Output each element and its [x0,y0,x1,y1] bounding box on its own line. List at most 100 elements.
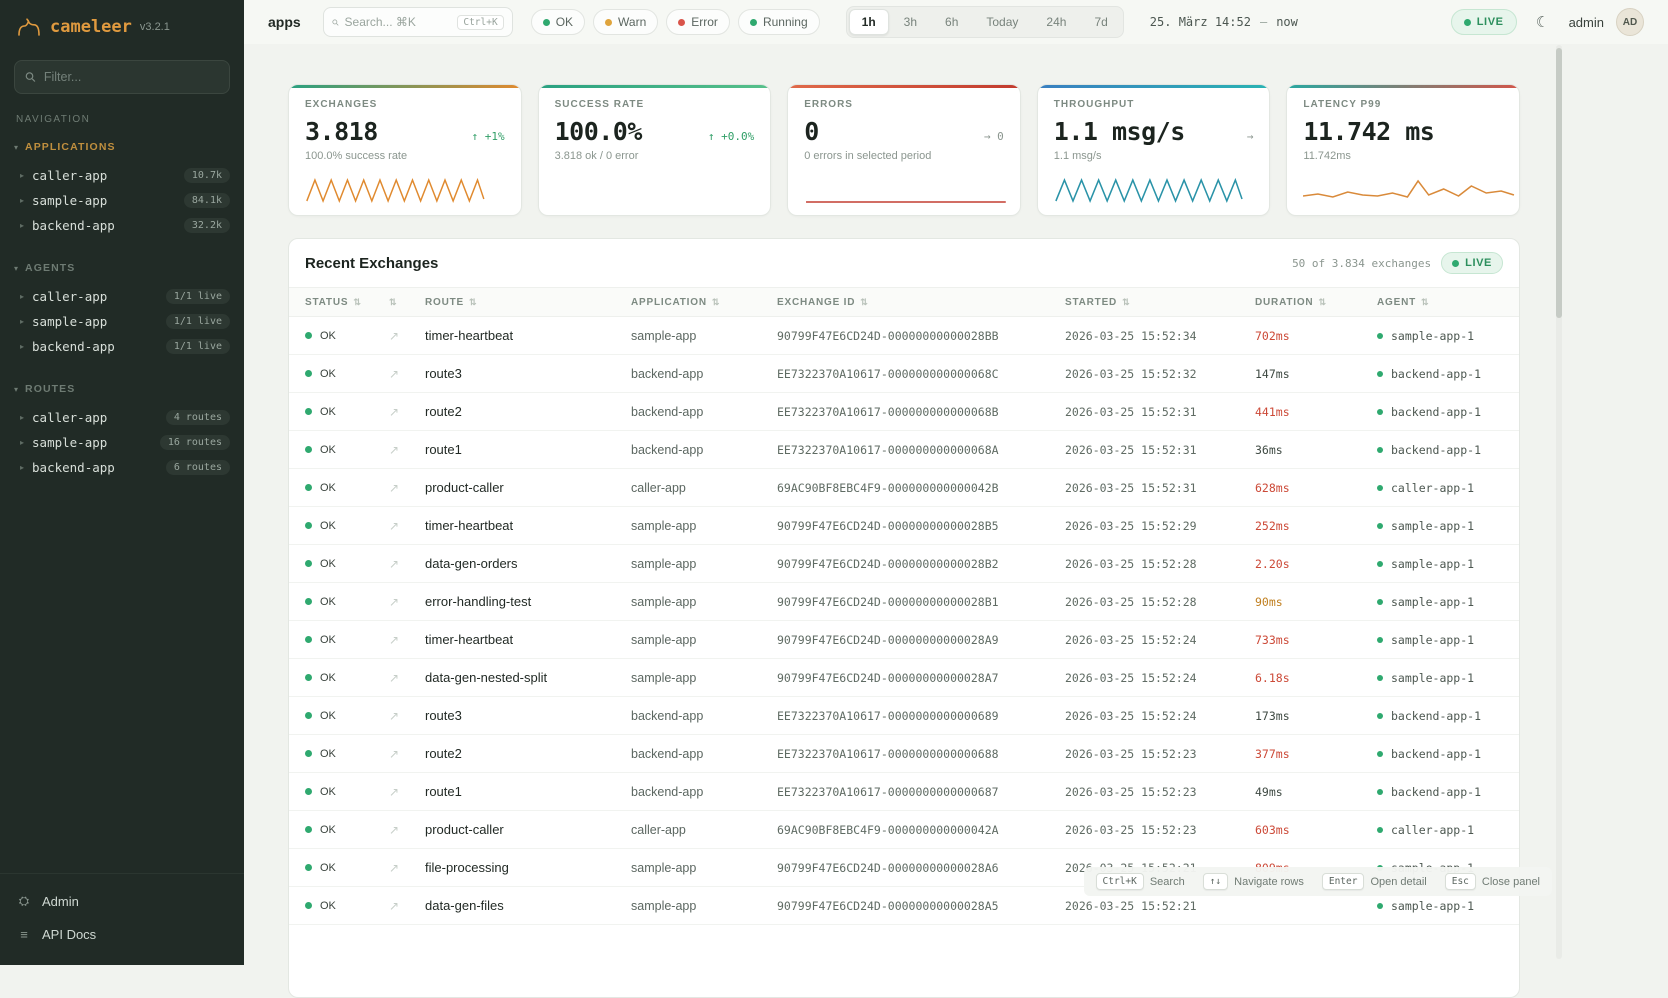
scrollbar-thumb[interactable] [1556,48,1562,318]
open-exchange-icon[interactable] [389,595,425,609]
table-row[interactable]: OK route3 backend-app EE7322370A10617-00… [289,355,1519,393]
route-cell: data-gen-orders [425,556,631,571]
time-range-button[interactable]: 7d [1081,9,1120,35]
sidebar-item-agent[interactable]: ▸ sample-app 1/1 live [0,309,244,334]
sidebar-item-agent[interactable]: ▸ backend-app 1/1 live [0,334,244,359]
sidebar-item-application[interactable]: ▸ sample-app 84.1k [0,188,244,213]
table-row[interactable]: OK route2 backend-app EE7322370A10617-00… [289,735,1519,773]
started-cell: 2026-03-25 15:52:31 [1065,405,1255,419]
panel-head: Recent Exchanges 50 of 3.834 exchanges L… [289,239,1519,287]
table-row[interactable]: OK route3 backend-app EE7322370A10617-00… [289,697,1519,735]
sort-icon[interactable]: ⇅ [712,297,720,308]
status-cell: OK [305,900,389,912]
column-header-application[interactable]: APPLICATION ⇅ [631,297,777,308]
table-row[interactable]: OK product-caller caller-app 69AC90BF8EB… [289,811,1519,849]
theme-toggle-moon-icon[interactable]: ☾ [1529,8,1557,36]
status-filter-chip[interactable]: Warn [593,9,658,35]
route-cell: route3 [425,708,631,723]
open-exchange-icon[interactable] [389,633,425,647]
live-badge[interactable]: LIVE [1451,9,1517,35]
status-filter-chip[interactable]: OK [531,9,585,35]
table-row[interactable]: OK route1 backend-app EE7322370A10617-00… [289,431,1519,469]
table-row[interactable]: OK data-gen-orders sample-app 90799F47E6… [289,545,1519,583]
open-exchange-icon[interactable] [389,481,425,495]
table-row[interactable]: OK timer-heartbeat sample-app 90799F47E6… [289,621,1519,659]
sidebar-item-route[interactable]: ▸ sample-app 16 routes [0,430,244,455]
global-search-input[interactable] [345,15,452,29]
sidebar-filter[interactable] [14,60,230,94]
section-head-agents[interactable]: ▾ AGENTS [0,262,244,274]
sidebar-item-application[interactable]: ▸ caller-app 10.7k [0,163,244,188]
sort-icon[interactable]: ⇅ [1122,297,1130,308]
time-range-button[interactable]: Today [973,9,1031,35]
sort-icon[interactable]: ⇅ [353,297,361,308]
status-cell: OK [305,330,389,342]
sort-icon[interactable]: ⇅ [1318,297,1326,308]
table-row[interactable]: OK route2 backend-app EE7322370A10617-00… [289,393,1519,431]
keyboard-hint: ↑↓ Navigate rows [1203,873,1304,890]
exchange-id-cell: EE7322370A10617-000000000000068A [777,443,1065,457]
stat-card-latency: LATENCY P99 11.742 ms 11.742ms [1286,84,1520,216]
scrollbar-track[interactable] [1556,45,1562,959]
exchange-id-cell: 90799F47E6CD24D-00000000000028A6 [777,861,1065,875]
sidebar-item-api-docs[interactable]: ≡ API Docs [0,918,244,951]
sidebar-item-admin[interactable]: ⛭ Admin [0,884,244,918]
hint-label: Search [1150,876,1185,888]
table-row[interactable]: OK timer-heartbeat sample-app 90799F47E6… [289,507,1519,545]
route-cell: timer-heartbeat [425,632,631,647]
column-header-duration[interactable]: DURATION ⇅ [1255,297,1377,308]
sidebar-filter-input[interactable] [44,70,219,84]
sidebar-item-application[interactable]: ▸ backend-app 32.2k [0,213,244,238]
table-row[interactable]: OK route1 backend-app EE7322370A10617-00… [289,773,1519,811]
sidebar-item-agent[interactable]: ▸ caller-app 1/1 live [0,284,244,309]
open-exchange-icon[interactable] [389,329,425,343]
chevron-right-icon: ▸ [20,463,24,472]
sort-icon[interactable]: ⇅ [469,297,477,308]
open-exchange-icon[interactable] [389,367,425,381]
table-row[interactable]: OK data-gen-nested-split sample-app 9079… [289,659,1519,697]
open-exchange-icon[interactable] [389,709,425,723]
time-range-button[interactable]: 24h [1033,9,1079,35]
agent-status-dot [1377,637,1383,643]
ok-status-dot [305,484,312,491]
column-header-exchange-id[interactable]: EXCHANGE ID ⇅ [777,297,1065,308]
duration-cell: 733ms [1255,633,1377,647]
sort-icon[interactable]: ⇅ [389,297,397,308]
column-header-agent[interactable]: AGENT ⇅ [1377,297,1519,308]
open-exchange-icon[interactable] [389,823,425,837]
sparkline-throughput [1054,175,1244,205]
open-exchange-icon[interactable] [389,405,425,419]
avatar[interactable]: AD [1616,8,1644,36]
sort-icon[interactable]: ⇅ [1421,297,1429,308]
time-range-button[interactable]: 3h [891,9,930,35]
open-exchange-icon[interactable] [389,861,425,875]
open-exchange-icon[interactable] [389,899,425,913]
application-cell: sample-app [631,595,777,609]
sidebar-item-route[interactable]: ▸ caller-app 4 routes [0,405,244,430]
section-head-routes[interactable]: ▾ ROUTES [0,383,244,395]
status-filter-chip[interactable]: Error [666,9,730,35]
open-exchange-icon[interactable] [389,671,425,685]
open-exchange-icon[interactable] [389,747,425,761]
sort-icon[interactable]: ⇅ [860,297,868,308]
column-header-started[interactable]: STARTED ⇅ [1065,297,1255,308]
global-search[interactable]: Ctrl+K [323,7,513,37]
table-row[interactable]: OK timer-heartbeat sample-app 90799F47E6… [289,317,1519,355]
open-exchange-icon[interactable] [389,443,425,457]
sidebar-item-route[interactable]: ▸ backend-app 6 routes [0,455,244,480]
table-row[interactable]: OK product-caller caller-app 69AC90BF8EB… [289,469,1519,507]
column-header-status[interactable]: STATUS ⇅ [305,297,389,308]
sidebar-section-routes: ▾ ROUTES ▸ caller-app 4 routes ▸ sample-… [0,383,244,480]
open-exchange-icon[interactable] [389,557,425,571]
table-row[interactable]: OK error-handling-test sample-app 90799F… [289,583,1519,621]
time-range-button[interactable]: 6h [932,9,971,35]
column-header-link[interactable]: ⇅ [389,297,425,308]
open-exchange-icon[interactable] [389,519,425,533]
duration-cell: 6.18s [1255,671,1377,685]
column-header-route[interactable]: ROUTE ⇅ [425,297,631,308]
status-cell: OK [305,406,389,418]
time-range-button[interactable]: 1h [849,9,889,35]
open-exchange-icon[interactable] [389,785,425,799]
status-filter-chip[interactable]: Running [738,9,820,35]
section-head-applications[interactable]: ▾ APPLICATIONS [0,141,244,153]
